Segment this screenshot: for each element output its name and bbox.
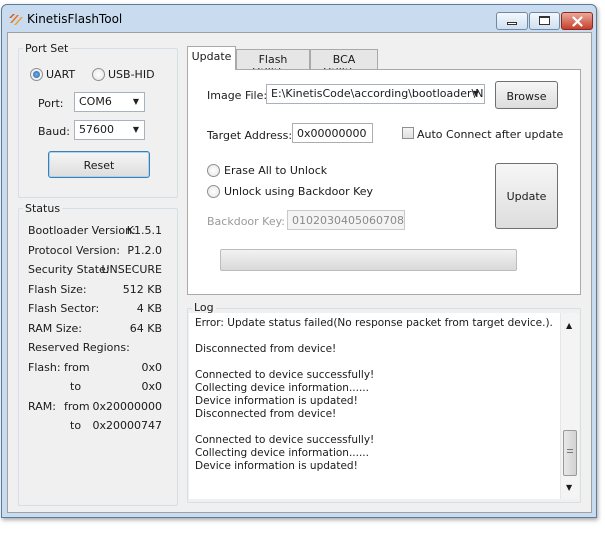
flash-from-value: 0x0 xyxy=(141,361,162,374)
minimize-button[interactable] xyxy=(496,12,528,30)
log-line: Connected to device successfully! xyxy=(195,434,375,446)
auto-connect-checkbox[interactable] xyxy=(402,127,414,139)
flash-sector-label: Flash Sector: xyxy=(28,302,100,315)
reserved-regions-label: Reserved Regions: xyxy=(28,341,130,354)
chevron-down-icon: ▼ xyxy=(132,97,139,106)
protocol-version-value: P1.2.0 xyxy=(127,244,162,257)
uart-radio[interactable] xyxy=(30,68,43,81)
target-address-label: Target Address: xyxy=(207,129,293,142)
close-button[interactable] xyxy=(561,12,593,30)
log-scrollbar[interactable]: ▲ ▼ xyxy=(560,313,579,499)
log-line: Device information is updated! xyxy=(195,395,358,407)
maximize-icon xyxy=(539,16,550,25)
log-line: Device information is updated! xyxy=(195,460,358,472)
scroll-down-icon[interactable]: ▼ xyxy=(566,483,572,492)
maximize-button[interactable] xyxy=(529,12,560,30)
baud-select-value: 57600 xyxy=(79,123,114,136)
flash-region-label: Flash: xyxy=(28,361,61,374)
unlock-backdoor-radio[interactable] xyxy=(207,185,220,198)
port-set-title: Port Set xyxy=(23,42,71,55)
port-label: Port: xyxy=(38,97,64,110)
flash-size-value: 512 KB xyxy=(122,283,162,296)
status-title: Status xyxy=(23,202,63,215)
reset-button[interactable]: Reset xyxy=(48,151,150,178)
tab-update[interactable]: Update xyxy=(187,46,236,70)
bootloader-version-label: Bootloader Version: xyxy=(28,224,136,237)
update-progress-bar xyxy=(220,249,517,271)
ram-size-label: RAM Size: xyxy=(28,322,82,335)
log-lines: Error: Update status failed(No response … xyxy=(195,317,555,473)
erase-all-radio[interactable] xyxy=(207,164,220,177)
image-file-value: E:\KinetisCode\according\bootloader\NXP xyxy=(271,87,485,100)
ram-from-label: from xyxy=(64,400,90,413)
log-line: Collecting device information...... xyxy=(195,382,369,394)
auto-connect-label: Auto Connect after update xyxy=(417,128,564,141)
browse-button[interactable]: Browse xyxy=(495,81,558,109)
log-scrollbar-thumb[interactable] xyxy=(563,430,577,476)
log-line: Disconnected from device! xyxy=(195,408,337,420)
chevron-down-icon: ▼ xyxy=(472,89,479,98)
ram-size-value: 64 KB xyxy=(129,322,162,335)
flash-to-label: to xyxy=(70,380,82,393)
log-line: Collecting device information...... xyxy=(195,447,369,459)
scroll-up-icon[interactable]: ▲ xyxy=(566,321,572,330)
port-select[interactable]: COM6 ▼ xyxy=(74,92,145,112)
ram-to-value: 0x20000747 xyxy=(92,419,163,432)
flash-sector-value: 4 KB xyxy=(136,302,162,315)
minimize-icon xyxy=(507,22,517,25)
baud-label: Baud: xyxy=(38,125,70,138)
usb-hid-radio[interactable] xyxy=(92,68,105,81)
log-textarea[interactable]: Error: Update status failed(No response … xyxy=(189,313,579,499)
image-file-label: Image File: xyxy=(207,89,268,102)
kinetis-logo-icon xyxy=(9,14,23,25)
image-file-select[interactable]: E:\KinetisCode\according\bootloader\NXP … xyxy=(266,84,485,104)
ram-from-value: 0x20000000 xyxy=(92,400,163,413)
chevron-down-icon: ▼ xyxy=(132,125,139,134)
baud-select[interactable]: 57600 ▼ xyxy=(74,120,145,140)
target-address-input[interactable]: 0x00000000 xyxy=(292,123,373,143)
window-title: KinetisFlashTool xyxy=(27,12,123,26)
backdoor-key-label: Backdoor Key: xyxy=(207,215,286,228)
backdoor-key-input[interactable]: 0102030405060708 xyxy=(287,210,405,230)
erase-all-label: Erase All to Unlock xyxy=(224,164,328,177)
flash-from-label: from xyxy=(64,361,90,374)
tab-bca-utilities[interactable]: BCA Utilities xyxy=(310,49,378,79)
protocol-version-label: Protocol Version: xyxy=(28,244,120,257)
bootloader-version-value: K1.5.1 xyxy=(126,224,162,237)
ram-region-label: RAM: xyxy=(28,400,56,413)
security-state-label: Security State: xyxy=(28,263,110,276)
port-select-value: COM6 xyxy=(79,95,112,108)
usb-hid-label: USB-HID xyxy=(108,68,155,81)
uart-label: UART xyxy=(46,68,76,81)
tab-flash-utilities[interactable]: Flash Utilities xyxy=(236,49,310,79)
log-line: Disconnected from device! xyxy=(195,343,337,355)
grip-icon xyxy=(567,449,573,453)
log-line: Connected to device successfully! xyxy=(195,369,375,381)
close-icon xyxy=(572,16,583,27)
ram-to-label: to xyxy=(70,419,82,432)
update-button[interactable]: Update xyxy=(495,163,558,229)
app-window: KinetisFlashTool Port Set UART USB-HID P… xyxy=(1,4,597,518)
log-line: Error: Update status failed(No response … xyxy=(195,317,553,329)
flash-size-label: Flash Size: xyxy=(28,283,87,296)
security-state-value: UNSECURE xyxy=(101,263,162,276)
client-area: Port Set UART USB-HID Port: COM6 ▼ Baud:… xyxy=(7,32,592,513)
unlock-backdoor-label: Unlock using Backdoor Key xyxy=(224,185,374,198)
flash-to-value: 0x0 xyxy=(141,380,162,393)
